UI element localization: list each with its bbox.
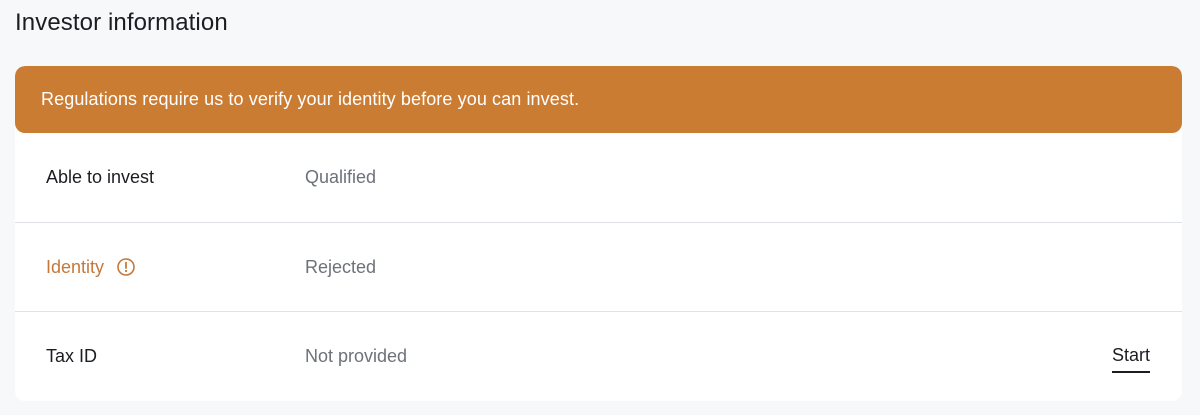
row-label: Identity	[46, 256, 105, 277]
investor-info-card: Regulations require us to verify your id…	[15, 66, 1182, 401]
info-circle-icon[interactable]	[116, 257, 136, 277]
verification-alert-banner: Regulations require us to verify your id…	[15, 66, 1182, 133]
row-value: Rejected	[305, 256, 377, 277]
row-value: Qualified	[305, 167, 377, 187]
info-row-identity: Identity Rejected	[15, 222, 1182, 311]
info-row-tax-id: Tax ID Not provided Start	[15, 311, 1182, 400]
info-row-able-to-invest: Able to invest Qualified	[15, 133, 1182, 222]
row-label: Able to invest	[46, 167, 155, 187]
row-label: Tax ID	[46, 345, 98, 366]
page-title: Investor information	[15, 9, 228, 36]
alert-message: Regulations require us to verify your id…	[41, 89, 580, 109]
row-value: Not provided	[305, 345, 408, 366]
identity-label-group: Identity	[46, 257, 136, 278]
start-tax-id-button[interactable]: Start	[1111, 345, 1150, 373]
